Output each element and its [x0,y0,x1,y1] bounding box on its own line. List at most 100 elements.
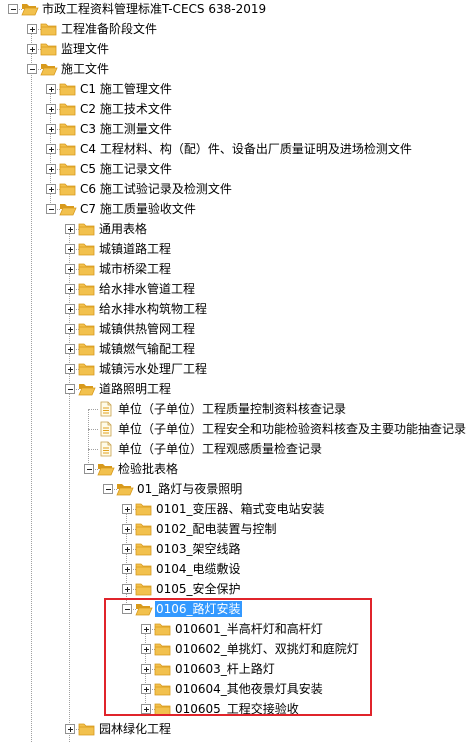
expand-toggle[interactable] [65,364,75,374]
tree-node[interactable]: 施工文件 [0,59,469,79]
tree-node[interactable]: 010602_单挑灯、双挑灯和庭院灯 [0,639,469,659]
tree-node-label: 工程准备阶段文件 [61,22,158,36]
tree-node[interactable]: 010603_杆上路灯 [0,659,469,679]
tree-node[interactable]: 单位（子单位）工程安全和功能检验资料核查及主要功能抽查记录 [0,419,469,439]
folder-icon [59,181,77,197]
tree-node[interactable]: 0101_变压器、箱式变电站安装 [0,499,469,519]
tree-node[interactable]: C2 施工技术文件 [0,99,469,119]
tree-node[interactable]: 工程准备阶段文件 [0,19,469,39]
expand-toggle[interactable] [141,664,151,674]
expand-toggle[interactable] [141,704,151,714]
tree-node[interactable]: 城镇道路工程 [0,239,469,259]
folder-icon [78,301,96,317]
tree-node[interactable]: 道路照明工程 [0,379,469,399]
tree-node[interactable]: 0103_架空线路 [0,539,469,559]
expand-toggle[interactable] [122,504,132,514]
expand-toggle[interactable] [65,284,75,294]
tree-node-label: 0101_变压器、箱式变电站安装 [156,502,325,516]
tree-node-label: 施工文件 [61,62,110,76]
expand-toggle[interactable] [122,544,132,554]
expand-toggle[interactable] [122,584,132,594]
tree-node[interactable]: 通用表格 [0,219,469,239]
expand-toggle[interactable] [27,44,37,54]
folder-icon [78,721,96,737]
tree-node-label: 单位（子单位）工程质量控制资料核查记录 [118,402,347,416]
expand-toggle[interactable] [122,564,132,574]
tree-node-label: 园林绿化工程 [99,722,172,736]
expand-toggle[interactable] [65,244,75,254]
folder-icon [59,121,77,137]
tree-node-label: C7 施工质量验收文件 [80,202,196,216]
tree-node[interactable]: C4 工程材料、构（配）件、设备出厂质量证明及进场检测文件 [0,139,469,159]
folder-icon [59,81,77,97]
tree-node[interactable]: 010601_半高杆灯和高杆灯 [0,619,469,639]
tree-node[interactable]: 城镇污水处理厂工程 [0,359,469,379]
expand-toggle[interactable] [141,624,151,634]
document-icon [97,401,115,417]
tree-node[interactable]: C6 施工试验记录及检测文件 [0,179,469,199]
folder-icon [135,501,153,517]
tree-node[interactable]: 010605_工程交接验收 [0,699,469,719]
tree-node[interactable]: 单位（子单位）工程观感质量检查记录 [0,439,469,459]
tree-node[interactable]: 检验批表格 [0,459,469,479]
tree-node[interactable]: C3 施工测量文件 [0,119,469,139]
expand-toggle[interactable] [46,184,56,194]
tree-node-label: 010602_单挑灯、双挑灯和庭院灯 [175,642,359,656]
expand-toggle[interactable] [65,264,75,274]
folder-open-icon [116,481,134,497]
expand-toggle[interactable] [46,104,56,114]
tree-node-label: 城市桥梁工程 [99,262,172,276]
expand-toggle[interactable] [65,224,75,234]
tree-node-label: 城镇污水处理厂工程 [99,362,208,376]
expand-toggle[interactable] [65,344,75,354]
tree-node[interactable]: 市政工程资料管理标准T-CECS 638-2019 [0,0,469,19]
expand-toggle[interactable] [46,84,56,94]
tree-node[interactable]: 监理文件 [0,39,469,59]
folder-icon [78,361,96,377]
tree-node[interactable]: 0106_路灯安装 [0,599,469,619]
tree-node-label: C6 施工试验记录及检测文件 [80,182,232,196]
tree-node[interactable]: 0102_配电装置与控制 [0,519,469,539]
expand-toggle[interactable] [46,164,56,174]
tree-node[interactable]: 城镇燃气输配工程 [0,339,469,359]
tree-node-label: C3 施工测量文件 [80,122,172,136]
collapse-toggle[interactable] [27,64,37,74]
tree-node[interactable]: 单位（子单位）工程质量控制资料核查记录 [0,399,469,419]
collapse-toggle[interactable] [65,384,75,394]
tree-node[interactable]: 给水排水构筑物工程 [0,299,469,319]
tree-node[interactable]: C7 施工质量验收文件 [0,199,469,219]
expand-toggle[interactable] [65,324,75,334]
folder-icon [40,41,58,57]
expand-toggle[interactable] [141,684,151,694]
expand-toggle[interactable] [46,124,56,134]
folder-icon [78,221,96,237]
collapse-toggle[interactable] [8,4,18,14]
collapse-toggle[interactable] [103,484,113,494]
tree-node[interactable]: C1 施工管理文件 [0,79,469,99]
collapse-toggle[interactable] [122,604,132,614]
expand-toggle[interactable] [122,524,132,534]
tree-node-label: 监理文件 [61,42,110,56]
tree-node[interactable]: 城镇供热管网工程 [0,319,469,339]
tree-node[interactable]: 0104_电缆敷设 [0,559,469,579]
tree-node-label: 0105_安全保护 [156,582,241,596]
folder-icon [78,241,96,257]
expand-toggle[interactable] [46,144,56,154]
tree-node[interactable]: 园林绿化工程 [0,719,469,739]
expand-toggle[interactable] [27,24,37,34]
folder-icon [135,521,153,537]
collapse-toggle[interactable] [46,204,56,214]
tree-node[interactable]: 01_路灯与夜景照明 [0,479,469,499]
tree-node[interactable]: 0105_安全保护 [0,579,469,599]
expand-toggle[interactable] [65,724,75,734]
tree-node[interactable]: 给水排水管道工程 [0,279,469,299]
folder-icon [59,141,77,157]
expand-toggle[interactable] [141,644,151,654]
tree-node[interactable]: 城市桥梁工程 [0,259,469,279]
tree-node[interactable]: 010604_其他夜景灯具安装 [0,679,469,699]
expand-toggle[interactable] [65,304,75,314]
collapse-toggle[interactable] [84,464,94,474]
folder-open-icon [21,1,39,17]
folder-icon [59,161,77,177]
tree-node[interactable]: C5 施工记录文件 [0,159,469,179]
